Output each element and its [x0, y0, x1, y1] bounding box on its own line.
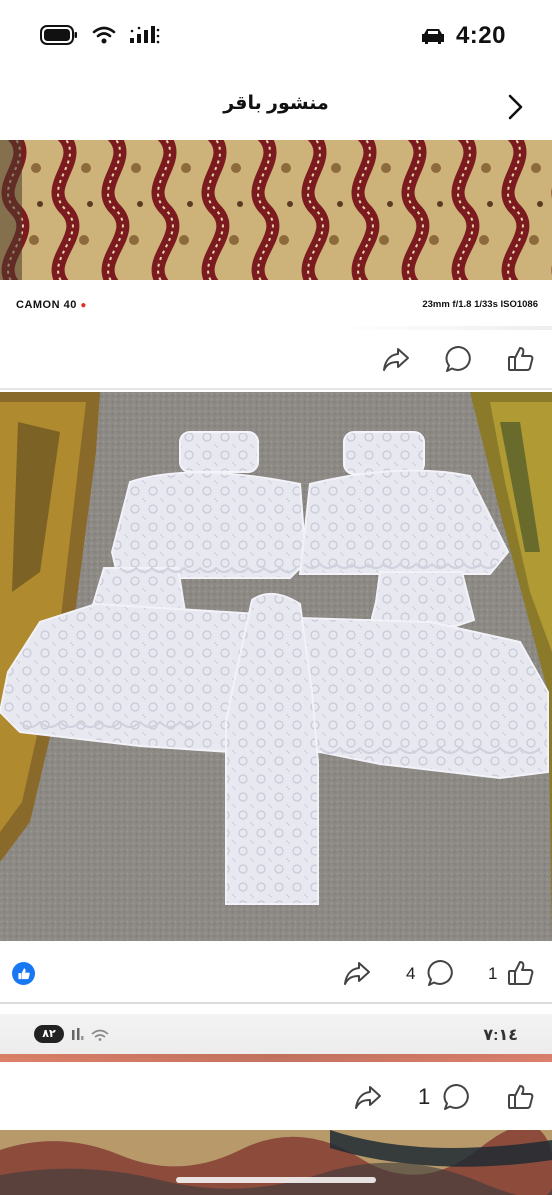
embedded-battery-icon: ٨٢	[34, 1025, 64, 1043]
camera-settings: 23mm f/1.8 1/33s ISO1086	[422, 299, 538, 310]
signal-icon	[130, 26, 160, 44]
share-icon[interactable]	[353, 1082, 383, 1112]
comment-icon[interactable]	[426, 958, 456, 988]
share-icon[interactable]	[381, 344, 411, 374]
comment-icon[interactable]	[444, 344, 474, 374]
thumbs-up-icon[interactable]	[506, 344, 536, 374]
thumbs-up-icon[interactable]	[506, 958, 536, 988]
post-actions-2: 4 1	[0, 942, 552, 1004]
chevron-right-icon[interactable]	[500, 92, 530, 122]
seat-covers-image	[0, 392, 552, 941]
post-photo-partial[interactable]	[0, 1130, 552, 1195]
comment-count: 1	[418, 1084, 431, 1109]
page-title: منشور باقر	[223, 93, 329, 114]
wifi-icon	[92, 26, 116, 44]
comment-count: 4	[406, 964, 416, 983]
car-icon	[421, 29, 444, 44]
camera-watermark-strip: CAMON 40 ● 23mm f/1.8 1/33s ISO1086	[0, 280, 552, 330]
clock: 4:20	[455, 22, 506, 49]
comment-icon[interactable]	[442, 1082, 472, 1112]
thumbs-up-icon	[17, 967, 30, 979]
like-reaction-icon[interactable]	[12, 962, 35, 985]
post-actions-1	[0, 330, 552, 390]
status-bar: 4:20	[0, 0, 552, 74]
status-right: 4:20	[420, 22, 506, 50]
embedded-clock: ٧:١٤	[483, 1027, 518, 1044]
post-photo-carpet[interactable]	[0, 140, 552, 280]
carpet-image	[0, 140, 552, 280]
header: منشور باقر	[0, 74, 552, 140]
home-indicator[interactable]	[176, 1177, 376, 1183]
partial-photo-image	[0, 1130, 552, 1195]
thumbs-up-icon[interactable]	[506, 1082, 536, 1112]
share-icon[interactable]	[342, 958, 372, 988]
like-count: 1	[488, 964, 498, 983]
embedded-signal-wifi-icon	[72, 1028, 109, 1041]
status-icons-left	[40, 24, 160, 46]
post-actions-3: 1	[0, 1064, 552, 1130]
camera-model: CAMON 40 ●	[16, 299, 87, 311]
embedded-photo-edge	[0, 1054, 552, 1062]
battery-icon	[40, 25, 77, 45]
embedded-screenshot-status-bar: ٨٢ ٧:١٤	[0, 1006, 552, 1064]
post-photo-seat-covers[interactable]	[0, 392, 552, 941]
